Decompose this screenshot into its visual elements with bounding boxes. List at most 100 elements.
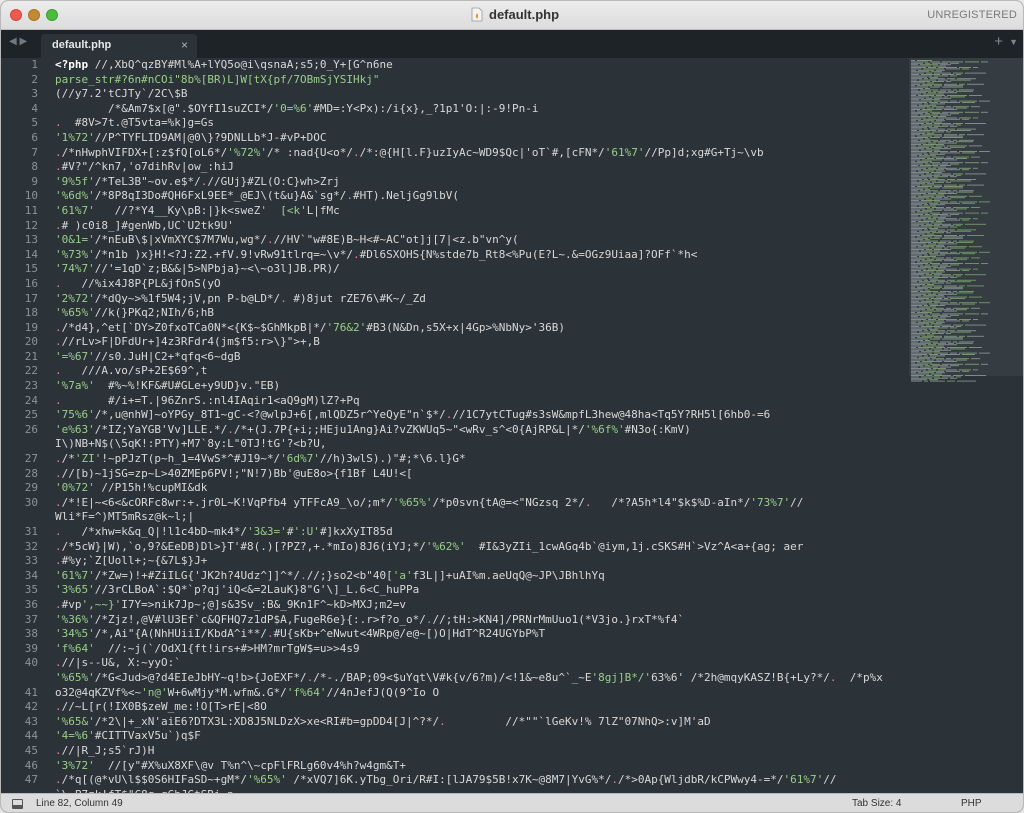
line-number: 30: [24, 495, 38, 509]
minimap-stroke: [911, 106, 930, 108]
minimap-stroke: [911, 88, 923, 89]
code-line[interactable]: '1%72'//P^TYFLID9AM|@0\}?9DNLLb*J-#vP+DO…: [55, 131, 905, 146]
code-line[interactable]: 'e%63'/*IZ;YaYGB'Vv]LLE.*/./*+(J.7P{+i;;…: [55, 423, 905, 438]
code-line[interactable]: '%65&'/*2\|+_xN'aiE6?DTX3L:XD8J5NLDzX>xe…: [55, 715, 905, 730]
minimap-stroke: [911, 316, 918, 318]
minimap-stroke: [938, 67, 957, 68]
tab-menu-chevron-icon[interactable]: ▼: [1009, 37, 1018, 47]
minimap-stroke: [962, 354, 975, 355]
tab-nav-arrows-icon[interactable]: ◀ ▶: [9, 36, 27, 47]
minimap-stroke: [959, 167, 971, 169]
code-line[interactable]: ./*nHwphVIFDX+[:z$fQ[oL6*/'%72%'/* :nad{…: [55, 146, 905, 161]
minimap-stroke: [932, 131, 944, 133]
minimap-stroke: [911, 334, 925, 336]
tab-close-icon[interactable]: ×: [181, 38, 188, 52]
code-line[interactable]: '%65%'//k(}PKq2;NIh/6;hB: [55, 306, 905, 321]
line-number: 45: [24, 743, 38, 757]
code-line[interactable]: .# )c0i8_]#genWb,UC`U2tk9U': [55, 219, 905, 234]
code-line[interactable]: <?php //,XbQ^qzBY#Ml%A+lYQ5o@i\qsnaA;s5;…: [55, 58, 905, 73]
code-line[interactable]: .#%y;`Z[Uoll+;~{&7L$}J+: [55, 554, 905, 569]
panel-toggle-icon[interactable]: [12, 799, 23, 809]
code-editor[interactable]: 1 2 3 4 5 6 7 8 9 10 11 12 13 14 15 16 17 18 19 20 21 22 23 24 2…: [1, 58, 909, 793]
code-line[interactable]: '3%65'//3rCLBoA`:$Q*`p?qj'iQ<&=2LauK}8"G…: [55, 583, 905, 598]
line-number: 24: [24, 393, 38, 407]
zoom-window-button[interactable]: [46, 9, 58, 21]
code-line[interactable]: /*&Am7$x[@".$OYfI1suZCI*/'0=%6'#MD=:Y<Px…: [55, 102, 905, 117]
code-line[interactable]: '61%7' //?*Y4__Ky\pB:|}k<sweZ' [<k'L|fMc: [55, 204, 905, 219]
code-line[interactable]: I\)NB+N$(\5qK!:PTY)+M7`8y:L"0TJ!tG'?<b?U…: [55, 437, 905, 452]
minimap-stroke: [930, 380, 945, 382]
code-line[interactable]: '=%67'//s0.JuH|C2+*qfq<6~dgB: [55, 350, 905, 365]
code-line[interactable]: . #8V>7t.@T5vta=%k]g=Gs: [55, 116, 905, 131]
code-line[interactable]: '0%72' //P15h!%cupMI&dk: [55, 481, 905, 496]
tab-size-selector[interactable]: Tab Size: 4: [852, 798, 901, 809]
code-line[interactable]: '%73%'/*n1b )x}H!<?J:Z2.+fV.9!vRw91tlrq=…: [55, 248, 905, 263]
code-area[interactable]: <?php //,XbQ^qzBY#Ml%A+lYQ5o@i\qsnaA;s5;…: [55, 58, 905, 793]
code-line[interactable]: .//[b)~1jSG=zp~L>40ZMEp6PV!;"N!7)Bb'@uE8…: [55, 467, 905, 482]
code-line[interactable]: .#vp',~~}'I7Y=>nik7Jp~;@]s&3Sv_:B&_9Kn1F…: [55, 598, 905, 613]
code-line[interactable]: '4=%6'#CITTVaxV5u`)q$F: [55, 729, 905, 744]
code-line[interactable]: '%6d%'/*8P8qI3Do#QH6FxL9EE*_@EJ\(t&u}A&`…: [55, 189, 905, 204]
code-line[interactable]: ./*'ZI'!~pPJzT(p~h_1=4VwS*^#J19~*/'6d%7'…: [55, 452, 905, 467]
minimap-stroke: [911, 163, 923, 165]
code-line[interactable]: '75%6'/*,u@nhW]~oYPGy_8T1~gC-<?@wlpJ+6[,…: [55, 408, 905, 423]
minimap-stroke: [965, 375, 986, 376]
code-line[interactable]: .#V?"/^kn7,'o7dihRv|ow_:hiJ: [55, 160, 905, 175]
code-line[interactable]: '74%7'//'=1qD`z;B&&|5>NPbja}~<\~o3l]JB.P…: [55, 262, 905, 277]
code-line[interactable]: '2%72'/*dQy~>%1f5W4;jV,pn P-b@LD*/. #)8j…: [55, 292, 905, 307]
code-line[interactable]: . //%ix4J8P{PL&jfOnS(yO: [55, 277, 905, 292]
code-line[interactable]: . /*xhw=k&q_Q|!l1c4bD~mk4*/'3&3='#':U'#]…: [55, 525, 905, 540]
code-line[interactable]: '34%5'/*,Ai"{A(NhHUiiI/KbdA^i**/.#U{sKb+…: [55, 627, 905, 642]
code-line[interactable]: Wli*F=^)MT5mRsz@k~l;|: [55, 510, 905, 525]
code-line[interactable]: o32@4qKZVf%<~'n@'W+6wMjy*M.wfm&.G*/'f%64…: [55, 686, 905, 701]
minimap-stroke: [911, 82, 925, 84]
new-tab-icon[interactable]: +: [994, 33, 1003, 50]
code-line[interactable]: parse_str#?6n#nCOi"8b%[BR)L]W[tX{pf/7OBm…: [55, 73, 905, 88]
code-line[interactable]: ./*d4},^et[`DY>Z0fxoTCa0N*<{K$~$GhMkpB|*…: [55, 321, 905, 336]
code-line[interactable]: '%7a%' #%~%!KF&#U#GLe+y9UD}v."EB): [55, 379, 905, 394]
code-line[interactable]: '%65%'/*G<Jud>@?d4EIeJbHY~q!b>{JoEXF*/./…: [55, 671, 905, 686]
minimap-stroke: [929, 127, 938, 129]
code-line[interactable]: .//|s--U&, X:~yyO:`: [55, 656, 905, 671]
minimap-stroke: [911, 214, 923, 215]
minimap-stroke: [944, 335, 957, 337]
minimap-stroke: [911, 281, 917, 283]
code-line[interactable]: '61%7'/*Zw=)!+#ZiILG{'JK2h?4Udz^]]^*/.//…: [55, 569, 905, 584]
minimap-stroke: [919, 180, 936, 182]
minimap-stroke: [928, 142, 936, 144]
code-line[interactable]: ./*5cW}|W),`o,9?&EeDB)Dl>}T'#8(.)[?PZ?,+…: [55, 540, 905, 555]
code-line[interactable]: '%36%'/*Zjz!,@V#lU3Ef`c&QFHQ7z1dP$A,Fuge…: [55, 613, 905, 628]
code-line[interactable]: .//|R_J;s5`rJ)H: [55, 744, 905, 759]
syntax-selector[interactable]: PHP: [961, 798, 982, 809]
minimap[interactable]: [909, 58, 1023, 793]
minimap-stroke: [946, 81, 951, 82]
code-line[interactable]: ./*!E|~<6<&cORFc8wr:+.jr0L~K!VqPfb4 yTFF…: [55, 496, 905, 511]
code-line[interactable]: .//rLv>F|DFdUr+]4z3RFdr4(jm$f5:r>\}">+,B: [55, 335, 905, 350]
code-line[interactable]: '0&1='/*nEuB\$|xVmXYC$7M7Wu,wg*/.//HV`"w…: [55, 233, 905, 248]
code-line[interactable]: . #/i+=T.|96ZnrS.:nl4IAqir1<aQ9gM)lZ?+Pq: [55, 394, 905, 409]
minimap-stroke: [962, 152, 975, 154]
minimap-stroke: [959, 268, 971, 270]
code-line[interactable]: . ///A.vo/sP+2E$69^,t: [55, 364, 905, 379]
minimap-stroke: [965, 274, 986, 276]
minimap-stroke: [942, 86, 963, 88]
minimap-stroke: [944, 109, 957, 110]
close-window-button[interactable]: [10, 9, 22, 21]
minimize-window-button[interactable]: [28, 9, 40, 21]
code-line[interactable]: '9%5f'/*TeL3B"~ov.e$*/.//GUj}#ZL(O:C}wh>…: [55, 175, 905, 190]
minimap-stroke: [911, 333, 930, 334]
code-line[interactable]: ./*q[(@*vU\l$$0S6HIFaSD~+gM*/'%65%' /*xV…: [55, 773, 905, 788]
minimap-stroke: [932, 156, 944, 158]
minimap-stroke: [957, 179, 976, 180]
minimap-stroke: [921, 275, 940, 277]
minimap-stroke: [930, 237, 940, 239]
line-number: 28: [24, 466, 38, 480]
minimap-stroke: [947, 330, 955, 332]
tab-default-php[interactable]: default.php ×: [41, 34, 197, 58]
code-line[interactable]: .//~L[r(!IX0B$zeW_me:!O[T>rE|<8O: [55, 700, 905, 715]
minimap-stroke: [969, 145, 982, 147]
code-line[interactable]: (//y7.2'tCJTy`/2C\$B: [55, 87, 905, 102]
minimap-stroke: [911, 125, 932, 127]
code-line[interactable]: 'f%64' //:~j(`/OdX1{ft!irs+#>HM?mrTgW$=u…: [55, 642, 905, 657]
code-line[interactable]: '3%72' //[y"#X%uX8XF\@v T%n^\~cpFlFRLg60…: [55, 759, 905, 774]
